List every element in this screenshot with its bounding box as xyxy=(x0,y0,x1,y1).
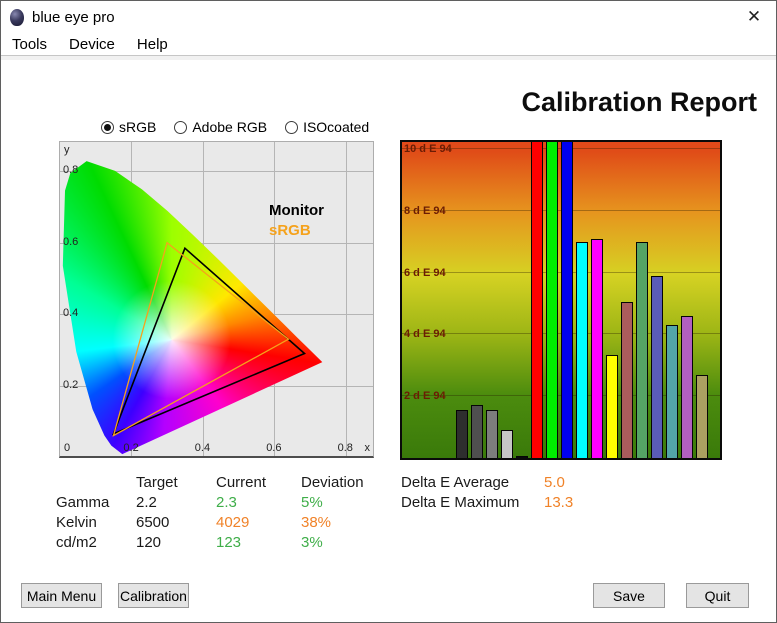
legend-srgb: sRGB xyxy=(269,222,311,239)
bar-green xyxy=(546,142,558,458)
radio-circle-icon xyxy=(285,121,298,134)
gamut-triangles xyxy=(60,142,375,459)
radio-circle-icon xyxy=(101,121,114,134)
y-axis-letter: y xyxy=(64,144,70,156)
row-label-gamma: Gamma xyxy=(56,494,136,511)
menu-help[interactable]: Help xyxy=(126,34,179,56)
kelvin-deviation: 38% xyxy=(301,514,401,531)
bar-sea-green xyxy=(636,242,648,458)
radio-adobe-rgb[interactable]: Adobe RGB xyxy=(174,119,267,135)
gamma-target: 2.2 xyxy=(136,494,216,511)
window-title: blue eye pro xyxy=(32,9,115,26)
app-window: blue eye pro ✕ Tools Device Help Calibra… xyxy=(0,0,777,623)
menu-tools[interactable]: Tools xyxy=(1,34,58,56)
radio-isocoated-label: ISOcoated xyxy=(303,119,369,135)
bar-teal xyxy=(666,325,678,458)
delta-e-average-label: Delta E Average xyxy=(401,474,544,491)
row-label-kelvin: Kelvin xyxy=(56,514,136,531)
close-icon[interactable]: ✕ xyxy=(740,5,768,29)
title-bar[interactable]: blue eye pro ✕ xyxy=(1,1,776,34)
bar-blue xyxy=(561,142,573,458)
save-button[interactable]: Save xyxy=(593,583,665,608)
x-axis-letter: x xyxy=(365,442,371,454)
bar-dark-gray-2 xyxy=(471,405,483,458)
calibration-results-table: Target Current Deviation Gamma 2.2 2.3 5… xyxy=(56,474,401,551)
radio-isocoated[interactable]: ISOcoated xyxy=(285,119,369,135)
bar-gray xyxy=(486,410,498,458)
delta-e-average-value: 5.0 xyxy=(544,474,614,491)
radio-srgb[interactable]: sRGB xyxy=(101,119,156,135)
bar-indian-red xyxy=(621,302,633,458)
colorspace-radio-group: sRGB Adobe RGB ISOcoated xyxy=(101,119,369,135)
col-header-current: Current xyxy=(216,474,301,491)
kelvin-target: 6500 xyxy=(136,514,216,531)
bar-cyan xyxy=(576,242,588,458)
bar-black xyxy=(516,456,528,458)
cdm2-deviation: 3% xyxy=(301,534,401,551)
bar-magenta xyxy=(591,239,603,458)
gamma-deviation: 5% xyxy=(301,494,401,511)
delta-e-bars xyxy=(456,142,708,458)
bar-dark-gray-1 xyxy=(456,410,468,458)
bar-red xyxy=(531,142,543,458)
delta-e-maximum-label: Delta E Maximum xyxy=(401,494,544,511)
row-label-cdm2: cd/m2 xyxy=(56,534,136,551)
quit-button[interactable]: Quit xyxy=(686,583,749,608)
bar-light-gray xyxy=(501,430,513,458)
radio-circle-icon xyxy=(174,121,187,134)
origin-label: 0 xyxy=(64,442,70,454)
cdm2-current: 123 xyxy=(216,534,301,551)
delta-e-summary: Delta E Average 5.0 Delta E Maximum 13.3 xyxy=(401,474,614,511)
calibration-button[interactable]: Calibration xyxy=(118,583,189,608)
page-title: Calibration Report xyxy=(521,87,757,118)
bar-slate-blue xyxy=(651,276,663,458)
kelvin-current: 4029 xyxy=(216,514,301,531)
radio-srgb-label: sRGB xyxy=(119,119,156,135)
main-menu-button[interactable]: Main Menu xyxy=(21,583,102,608)
cdm2-target: 120 xyxy=(136,534,216,551)
col-header-deviation: Deviation xyxy=(301,474,401,491)
menu-device[interactable]: Device xyxy=(58,34,126,56)
legend-monitor: Monitor xyxy=(269,202,324,219)
bar-dark-khaki xyxy=(696,375,708,458)
delta-e-bar-chart: 2 d E 944 d E 946 d E 948 d E 9410 d E 9… xyxy=(400,140,722,460)
radio-adobe-rgb-label: Adobe RGB xyxy=(192,119,267,135)
col-header-target: Target xyxy=(136,474,216,491)
bar-yellow xyxy=(606,355,618,459)
bar-orchid xyxy=(681,316,693,458)
gamma-current: 2.3 xyxy=(216,494,301,511)
app-icon xyxy=(10,9,24,26)
menu-bar: Tools Device Help xyxy=(1,34,776,56)
cie-chromaticity-diagram: 0.20.20.40.40.60.60.80.8 y 0 x Monitor s… xyxy=(59,141,374,458)
delta-e-maximum-value: 13.3 xyxy=(544,494,614,511)
